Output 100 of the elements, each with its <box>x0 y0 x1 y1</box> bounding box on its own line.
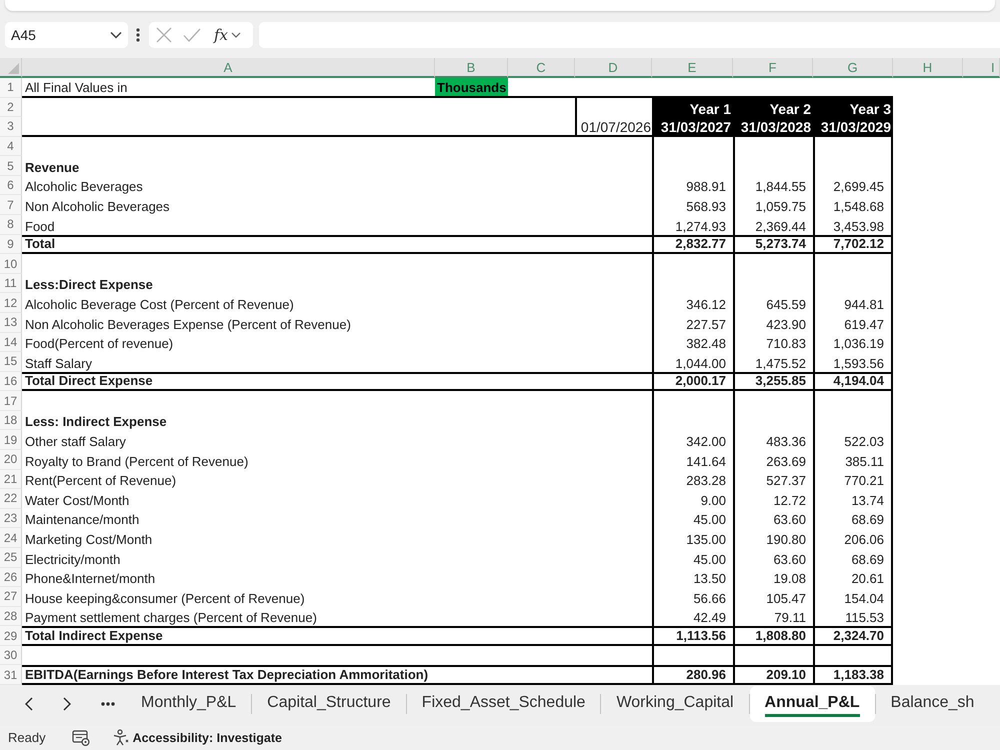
row-header[interactable]: 21 <box>0 470 22 490</box>
section-heading: Revenue <box>25 160 80 175</box>
accessibility-button[interactable]: Accessibility: Investigate <box>112 729 282 746</box>
chevron-down-icon[interactable] <box>110 31 122 39</box>
cell-value: 63.60 <box>773 552 806 567</box>
row-header[interactable]: 9 <box>0 234 22 254</box>
title-text: All Final Values in <box>25 80 128 95</box>
person-icon[interactable] <box>112 729 129 746</box>
sheet-tab[interactable]: Working_Capital <box>601 686 749 722</box>
row-header[interactable]: 27 <box>0 587 22 607</box>
row-label: Non Alcoholic Beverages <box>25 200 170 214</box>
row-header[interactable]: 28 <box>0 606 22 626</box>
row-header[interactable]: 23 <box>0 508 22 528</box>
cell-value: 1,113.56 <box>676 628 726 643</box>
row-header[interactable]: 20 <box>0 450 22 470</box>
total-label: Total Direct Expense <box>25 374 153 388</box>
row-header[interactable]: 25 <box>0 548 22 568</box>
cell-value: 568.93 <box>686 200 726 214</box>
select-all-button[interactable] <box>0 58 22 78</box>
row-header[interactable]: 22 <box>0 489 22 509</box>
column-header[interactable]: I <box>963 58 1000 78</box>
column-header[interactable]: F <box>733 58 813 78</box>
row-header[interactable]: 12 <box>0 293 22 313</box>
row-header[interactable]: 11 <box>0 274 22 294</box>
column-header[interactable]: B <box>435 58 508 78</box>
name-box[interactable]: A45 <box>5 22 128 48</box>
cell-value: 2,000.17 <box>675 374 726 388</box>
row-header[interactable]: 19 <box>0 430 22 450</box>
row-label: Food(Percent of revenue) <box>25 337 174 352</box>
cell-value: 1,593.56 <box>833 356 884 371</box>
sheet-tab[interactable]: Monthly_P&L <box>126 686 252 722</box>
row-header[interactable]: 3 <box>0 117 22 137</box>
column-header[interactable]: D <box>575 58 652 78</box>
row-header[interactable]: 26 <box>0 568 22 588</box>
cell-value: 190.80 <box>766 532 806 547</box>
row-header[interactable]: 30 <box>0 646 22 666</box>
column-header[interactable]: E <box>652 58 733 78</box>
row-header[interactable]: 8 <box>0 215 22 235</box>
chevron-down-icon[interactable] <box>231 32 242 38</box>
cell-value: 385.11 <box>845 454 884 469</box>
row-header[interactable]: 14 <box>0 332 22 352</box>
vertical-dots-icon[interactable] <box>136 28 140 42</box>
row-header[interactable]: 16 <box>0 372 22 392</box>
column-header[interactable]: C <box>508 58 575 78</box>
cell-value: 45.00 <box>693 513 726 528</box>
column-header[interactable]: G <box>813 58 893 78</box>
sheet-tab[interactable]: Balance_sh <box>876 686 990 722</box>
insert-function-button[interactable]: fx <box>214 26 228 44</box>
row-header[interactable]: 1 <box>0 78 22 98</box>
cell-value: 1,044.00 <box>675 356 726 371</box>
cell-value: 283.28 <box>686 474 726 488</box>
row-header[interactable]: 31 <box>0 665 22 685</box>
sheet-tab[interactable]: Fixed_Asset_Schedule <box>406 686 600 722</box>
cell-value: 2,699.45 <box>833 180 884 194</box>
row-header[interactable]: 10 <box>0 254 22 274</box>
column-header[interactable]: H <box>893 58 963 78</box>
triangle-icon <box>8 63 19 74</box>
cell-value: 522.03 <box>844 435 884 450</box>
row-header[interactable]: 17 <box>0 391 22 411</box>
cell-value: 2,832.77 <box>675 237 726 252</box>
window-icon[interactable] <box>72 730 90 746</box>
chevron-left-icon[interactable] <box>25 697 33 711</box>
header-cell: 31/03/2029 <box>813 117 893 137</box>
cell-value: 13.50 <box>693 572 726 586</box>
row-header[interactable]: 13 <box>0 312 22 333</box>
cell-value: 12.72 <box>773 494 806 508</box>
sheet-tab[interactable]: Annual_P&L <box>750 686 875 722</box>
total-label: EBITDA(Earnings Before Interest Tax Depreciation Ammoritation) <box>25 668 428 682</box>
row-header[interactable]: 5 <box>0 156 22 176</box>
row-label: House keeping&consumer (Percent of Revenue) <box>25 592 305 606</box>
column-header[interactable]: A <box>22 58 435 78</box>
header-cell: Year 1 <box>652 98 733 118</box>
cell-value: 68.69 <box>851 513 884 528</box>
cell-value: 209.10 <box>766 668 806 682</box>
cell-value: 944.81 <box>844 298 884 312</box>
cell-value: 19.08 <box>773 572 806 586</box>
row-header[interactable]: 4 <box>0 136 22 156</box>
cell-value: 423.90 <box>766 318 806 332</box>
row-header[interactable]: 2 <box>0 98 22 118</box>
cell-value: 141.64 <box>686 454 726 469</box>
row-header[interactable]: 7 <box>0 195 22 216</box>
more-icon[interactable] <box>101 702 115 706</box>
row-header[interactable]: 24 <box>0 528 22 548</box>
row-header[interactable]: 6 <box>0 176 22 196</box>
row-label: Staff Salary <box>25 356 92 371</box>
sheet-tab[interactable]: Capital_Structure <box>252 686 406 722</box>
cell-value: 1,548.68 <box>833 200 884 214</box>
row-header[interactable]: 15 <box>0 352 22 372</box>
row-label: Food <box>25 220 55 234</box>
cell-value: 619.47 <box>844 318 884 332</box>
cell-value: 68.69 <box>851 552 884 567</box>
cell-value: 263.69 <box>766 454 806 469</box>
row-header[interactable]: 29 <box>0 626 22 646</box>
row-header[interactable]: 18 <box>0 410 22 430</box>
empty-cell <box>508 234 575 254</box>
check-icon[interactable] <box>183 28 201 42</box>
chevron-right-icon[interactable] <box>63 697 71 711</box>
cell-value: 2,324.70 <box>833 628 884 643</box>
cell-value: 56.66 <box>693 592 726 606</box>
section-heading: Less:Direct Expense <box>25 278 153 292</box>
